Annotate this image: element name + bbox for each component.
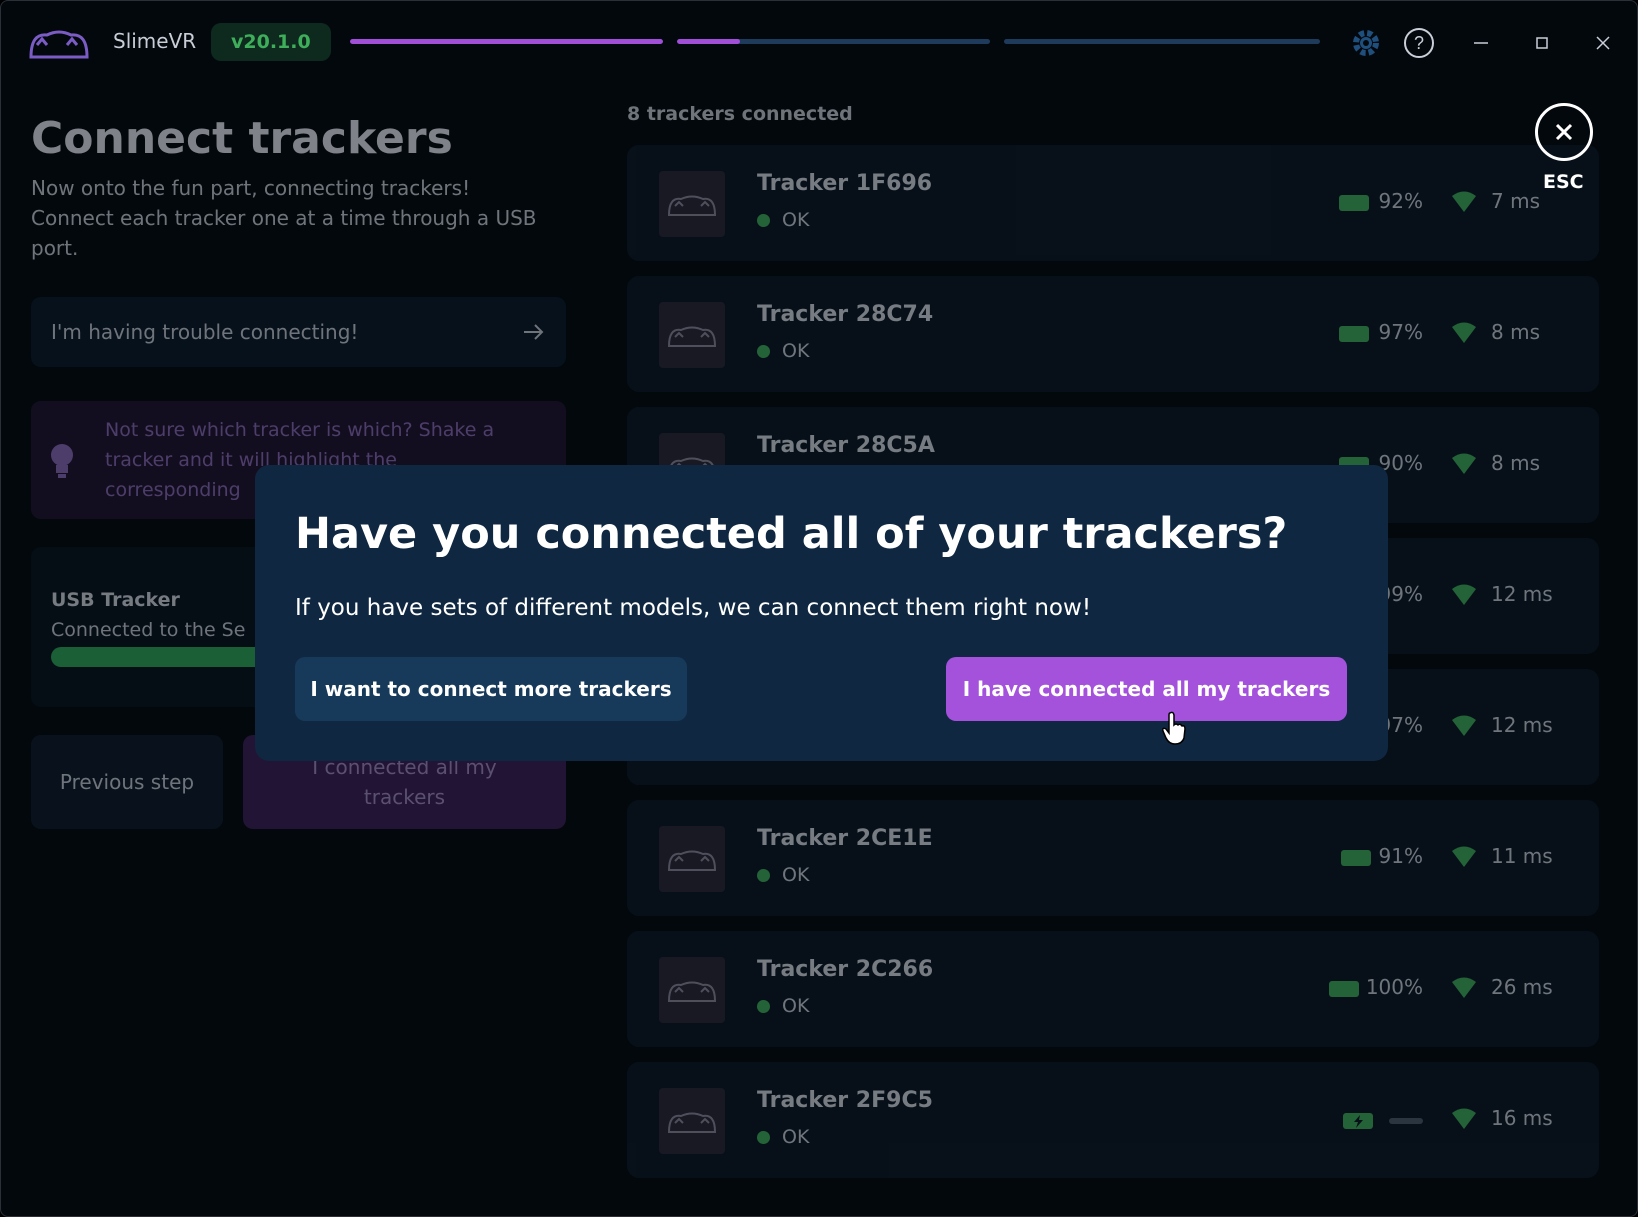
tracker-card[interactable]: Tracker 2C266 OK 100% 26 ms bbox=[627, 931, 1599, 1047]
tracker-image-icon bbox=[659, 302, 725, 368]
tracker-status-label: OK bbox=[782, 209, 810, 231]
tracker-card[interactable]: Tracker 28C74 OK 97% 8 ms bbox=[627, 276, 1599, 392]
progress-segment-2 bbox=[677, 39, 990, 44]
minimize-icon[interactable] bbox=[1461, 23, 1501, 63]
tracker-image-icon bbox=[659, 1088, 725, 1154]
wifi-signal-icon bbox=[1452, 322, 1476, 343]
tracker-ping: 26 ms bbox=[1491, 975, 1553, 999]
confirm-trackers-modal: Have you connected all of your trackers?… bbox=[255, 465, 1388, 761]
tracker-name: Tracker 1F696 bbox=[757, 171, 933, 196]
wifi-signal-icon bbox=[1452, 453, 1476, 474]
tracker-card[interactable]: Tracker 1F696 OK 92% 7 ms bbox=[627, 145, 1599, 261]
arrow-right-icon bbox=[524, 324, 544, 340]
tracker-status: OK bbox=[757, 864, 809, 886]
version-badge[interactable]: v20.1.0 bbox=[211, 23, 331, 61]
tracker-status-label: OK bbox=[782, 864, 810, 886]
help-icon[interactable]: ? bbox=[1399, 23, 1439, 63]
battery-charging-icon bbox=[1343, 1113, 1373, 1129]
battery-level: 100% bbox=[1365, 975, 1423, 999]
wifi-signal-icon bbox=[1452, 977, 1476, 998]
status-dot-icon bbox=[757, 1130, 770, 1144]
progress-fill-2 bbox=[677, 39, 740, 44]
usb-tracker-status: Connected to the Se bbox=[51, 619, 246, 641]
battery-unknown-dash bbox=[1389, 1118, 1423, 1124]
settings-gear-icon[interactable] bbox=[1346, 23, 1386, 63]
slimevr-logo-icon bbox=[29, 30, 89, 59]
status-dot-icon bbox=[757, 999, 770, 1013]
modal-description: If you have sets of different models, we… bbox=[295, 595, 1092, 621]
status-dot-icon bbox=[757, 213, 770, 227]
trouble-connecting-label: I'm having trouble connecting! bbox=[51, 320, 359, 344]
tracker-status-label: OK bbox=[782, 340, 810, 362]
close-window-icon[interactable] bbox=[1583, 23, 1623, 63]
tracker-ping: 7 ms bbox=[1491, 189, 1540, 213]
tracker-image-icon bbox=[659, 826, 725, 892]
title-bar[interactable]: SlimeVR v20.1.0 ? bbox=[1, 1, 1637, 83]
battery-level: 91% bbox=[1378, 844, 1423, 868]
app-window: SlimeVR v20.1.0 ? Connect trackers Now o… bbox=[0, 0, 1638, 1217]
tracker-ping: 16 ms bbox=[1491, 1106, 1553, 1130]
page-description: Now onto the fun part, connecting tracke… bbox=[31, 176, 537, 260]
wifi-signal-icon bbox=[1452, 846, 1476, 867]
wifi-signal-icon bbox=[1452, 191, 1476, 212]
status-dot-icon bbox=[757, 868, 770, 882]
tracker-card[interactable]: Tracker 2F9C5 OK 16 ms bbox=[627, 1062, 1599, 1178]
page-title: Connect trackers bbox=[31, 113, 453, 164]
previous-step-button[interactable]: Previous step bbox=[31, 735, 223, 829]
status-dot-icon bbox=[757, 344, 770, 358]
tracker-name: Tracker 2CE1E bbox=[757, 826, 933, 851]
hand-cursor-icon bbox=[1162, 711, 1186, 745]
tracker-status-label: OK bbox=[782, 995, 810, 1017]
tracker-ping: 8 ms bbox=[1491, 320, 1540, 344]
tracker-image-icon bbox=[659, 957, 725, 1023]
trouble-connecting-button[interactable]: I'm having trouble connecting! bbox=[31, 297, 566, 367]
connect-more-trackers-button[interactable]: I want to connect more trackers bbox=[295, 657, 687, 721]
progress-segment-1 bbox=[350, 39, 663, 44]
tracker-status: OK bbox=[757, 1126, 809, 1148]
connected-all-trackers-button[interactable]: I have connected all my trackers bbox=[946, 657, 1347, 721]
modal-title: Have you connected all of your trackers? bbox=[295, 509, 1288, 559]
tracker-status-label: OK bbox=[782, 1126, 810, 1148]
app-name: SlimeVR bbox=[113, 29, 197, 53]
maximize-icon[interactable] bbox=[1522, 23, 1562, 63]
battery-level: 92% bbox=[1378, 189, 1423, 213]
tracker-status: OK bbox=[757, 209, 809, 231]
usb-tracker-title: USB Tracker bbox=[51, 589, 180, 611]
tracker-ping: 12 ms bbox=[1491, 713, 1553, 737]
lightbulb-icon bbox=[51, 444, 73, 478]
close-icon bbox=[1555, 123, 1573, 141]
tracker-image-icon bbox=[659, 171, 725, 237]
wifi-signal-icon bbox=[1452, 584, 1476, 605]
battery-level: 97% bbox=[1378, 320, 1423, 344]
tracker-ping: 11 ms bbox=[1491, 844, 1553, 868]
wifi-signal-icon bbox=[1452, 1108, 1476, 1129]
esc-label: ESC bbox=[1543, 171, 1584, 193]
tracker-name: Tracker 2F9C5 bbox=[757, 1088, 933, 1113]
tracker-name: Tracker 28C74 bbox=[757, 302, 934, 327]
tracker-ping: 12 ms bbox=[1491, 582, 1553, 606]
progress-fill-1 bbox=[350, 39, 663, 44]
tracker-status: OK bbox=[757, 340, 809, 362]
esc-close-button[interactable] bbox=[1535, 103, 1593, 161]
tracker-status: OK bbox=[757, 995, 809, 1017]
svg-text:?: ? bbox=[1414, 33, 1424, 53]
tracker-ping: 8 ms bbox=[1491, 451, 1540, 475]
wifi-signal-icon bbox=[1452, 715, 1476, 736]
trackers-count: 8 trackers connected bbox=[627, 103, 853, 125]
tracker-name: Tracker 28C5A bbox=[757, 433, 935, 458]
tracker-name: Tracker 2C266 bbox=[757, 957, 934, 982]
progress-segment-3 bbox=[1004, 39, 1320, 44]
tracker-card[interactable]: Tracker 2CE1E OK 91% 11 ms bbox=[627, 800, 1599, 916]
